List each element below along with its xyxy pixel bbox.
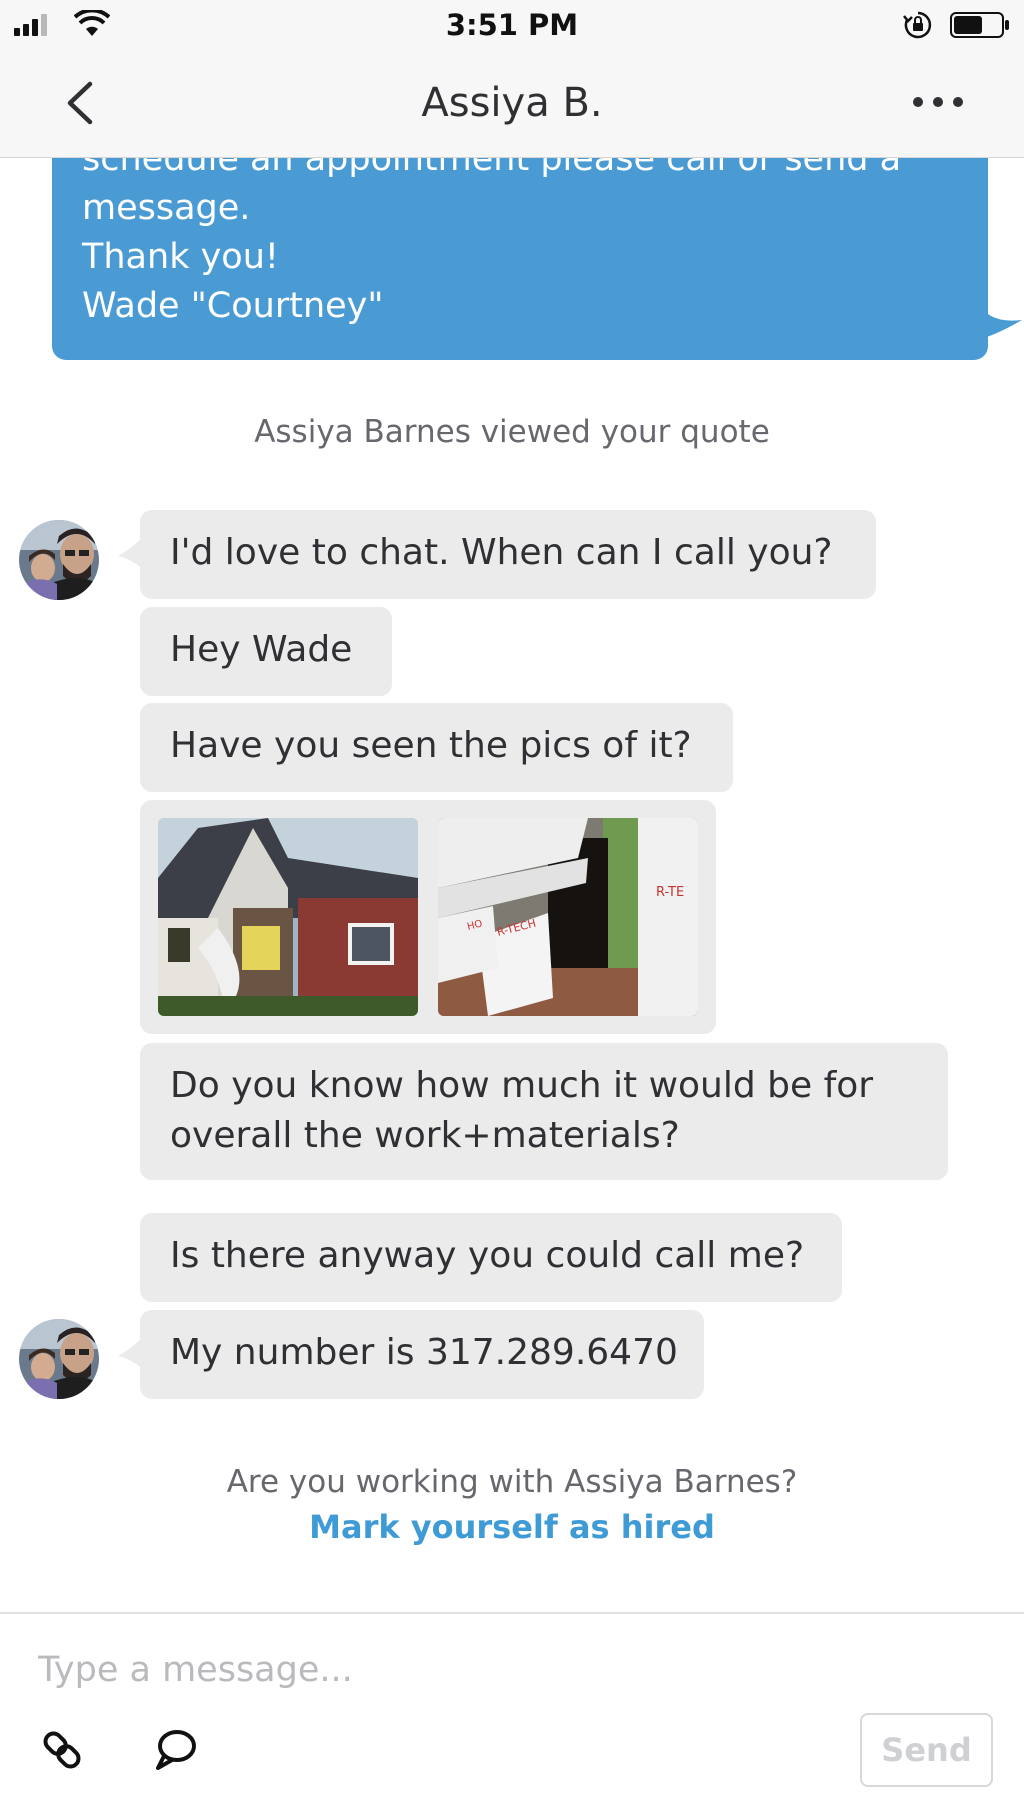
outgoing-message-line: schedule an appointment please call or s… [82,158,902,179]
composer-divider [0,1612,1024,1614]
outgoing-message-line: Thank you! [82,237,279,277]
incoming-bubble-tail [118,538,142,568]
quote-viewed-note: Assiya Barnes viewed your quote [254,414,770,450]
incoming-message-bubble: My number is 317.289.6470 [140,1310,704,1399]
paperclip-attach-icon[interactable] [38,1726,86,1774]
rotation-lock-icon [903,11,932,39]
mark-hired-link[interactable]: Mark yourself as hired [0,1508,1024,1546]
outgoing-message-line: Wade "Courtney" [82,286,384,326]
outgoing-message-bubble: schedule an appointment please call or s… [52,158,988,360]
incoming-message-bubble: Hey Wade [140,607,392,696]
conversation-title: Assiya B. [421,80,603,126]
contact-avatar [19,520,99,600]
hire-question: Are you working with Assiya Barnes? [226,1464,798,1500]
status-time: 3:51 PM [445,8,579,42]
status-bar: 3:51 PM [0,0,1024,50]
incoming-message-bubble: Have you seen the pics of it? [140,703,733,792]
incoming-message-bubble: I'd love to chat. When can I call you? [140,510,876,599]
house-damage-photo[interactable] [158,818,418,1016]
outgoing-message-line: message. [82,188,251,228]
chat-bubble-icon[interactable] [152,1726,200,1774]
incoming-message-bubble: Do you know how much it would be for ove… [140,1043,948,1180]
incoming-bubble-tail [118,1338,142,1368]
contact-avatar [19,1319,99,1399]
incoming-message-line: Do you know how much it would be for [170,1065,874,1106]
message-input[interactable] [38,1640,978,1700]
siding-damage-photo[interactable]: R-TE R-TECH HO [438,818,698,1016]
svg-text:R-TE: R-TE [656,885,684,900]
incoming-message-bubble: Is there anyway you could call me? [140,1213,842,1302]
navigation-bar: Assiya B. [0,50,1024,158]
battery-icon [950,12,1009,38]
more-options-icon[interactable] [910,92,966,112]
outgoing-bubble-tail [978,300,1022,340]
send-button[interactable]: Send [860,1713,993,1787]
photo-attachments-bubble: R-TE R-TECH HO [140,800,716,1034]
incoming-message-line: overall the work+materials? [170,1115,680,1156]
